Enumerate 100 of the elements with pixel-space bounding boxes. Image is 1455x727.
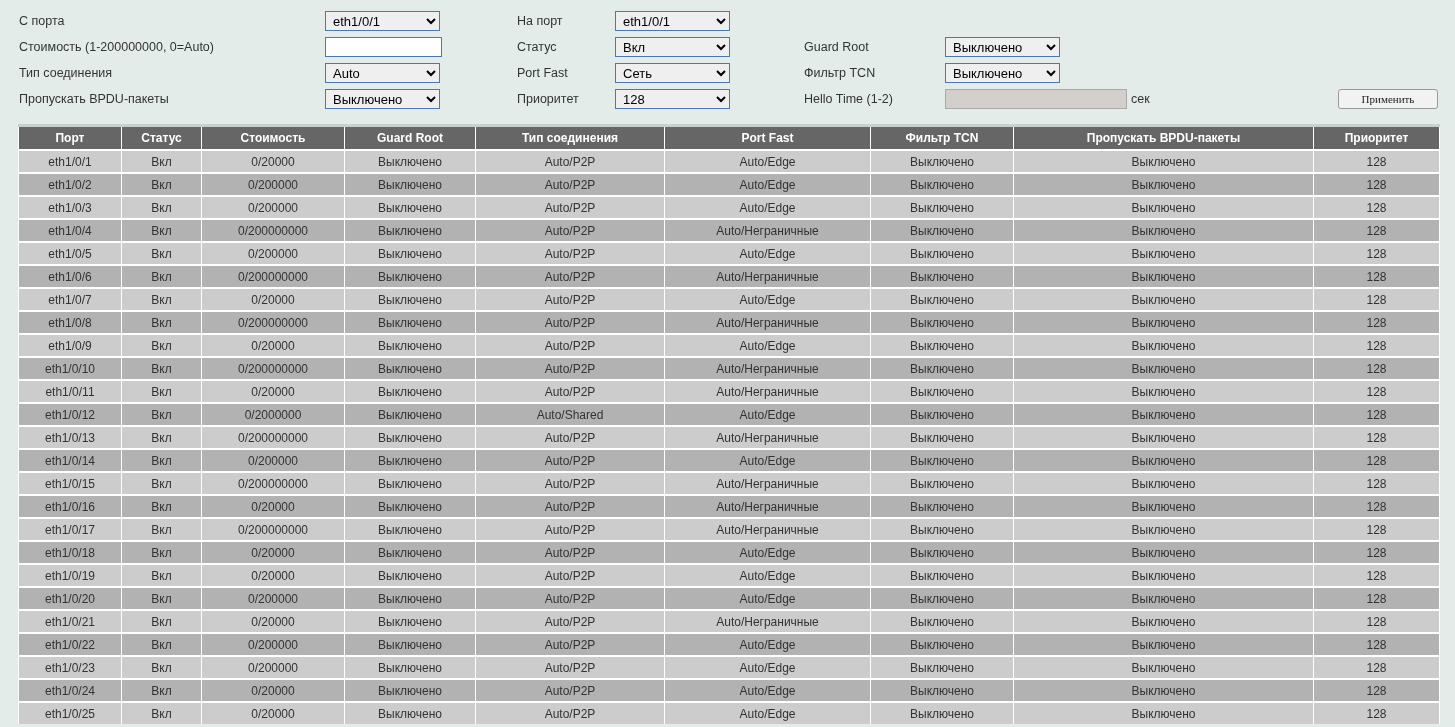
table-cell: Выключено — [344, 449, 476, 472]
table-cell: Выключено — [344, 495, 476, 518]
table-cell: 0/200000 — [201, 587, 345, 610]
dropdown[interactable]: Выключено — [325, 89, 440, 109]
table-cell: Выключено — [1013, 472, 1314, 495]
table-cell: Выключено — [870, 242, 1014, 265]
table-cell: Выключено — [1013, 403, 1314, 426]
table-cell: Auto/P2P — [475, 150, 665, 173]
table-cell: Auto/Edge — [664, 449, 871, 472]
dropdown[interactable]: Выключено — [945, 37, 1060, 57]
input-field[interactable] — [325, 37, 442, 57]
table-cell: Выключено — [344, 380, 476, 403]
table-cell: Auto/P2P — [475, 219, 665, 242]
table-cell: Auto/Неграничные — [664, 518, 871, 541]
table-cell: Auto/Edge — [664, 242, 871, 265]
table-cell: Выключено — [1013, 219, 1314, 242]
table-cell: 0/200000 — [201, 449, 345, 472]
table-cell: Выключено — [870, 265, 1014, 288]
table-cell: 128 — [1313, 564, 1440, 587]
table-cell: eth1/0/22 — [18, 633, 122, 656]
table-cell: Выключено — [870, 334, 1014, 357]
dropdown[interactable]: 128 — [615, 89, 730, 109]
table-cell: Выключено — [870, 702, 1014, 724]
table-cell: Выключено — [344, 656, 476, 679]
table-cell: Auto/P2P — [475, 380, 665, 403]
table-cell: Auto/Shared — [475, 403, 665, 426]
dropdown[interactable]: Auto — [325, 63, 440, 83]
table-cell: eth1/0/19 — [18, 564, 122, 587]
dropdown[interactable]: eth1/0/1 — [325, 11, 440, 31]
table-cell: Выключено — [1013, 495, 1314, 518]
table-cell: Auto/P2P — [475, 541, 665, 564]
table-cell: Auto/Edge — [664, 587, 871, 610]
table-cell: Auto/P2P — [475, 334, 665, 357]
table-cell: Выключено — [1013, 265, 1314, 288]
table-cell: eth1/0/24 — [18, 679, 122, 702]
field-label: С порта — [19, 14, 66, 28]
table-cell: 128 — [1313, 702, 1440, 724]
table-cell: Выключено — [870, 495, 1014, 518]
table-cell: Выключено — [870, 610, 1014, 633]
table-cell: Выключено — [344, 219, 476, 242]
table-cell: Выключено — [344, 564, 476, 587]
table-cell: 0/200000000 — [201, 357, 345, 380]
table-cell: eth1/0/4 — [18, 219, 122, 242]
table-cell: 128 — [1313, 334, 1440, 357]
table-cell: Auto/Edge — [664, 150, 871, 173]
table-cell: Выключено — [344, 242, 476, 265]
table-cell: 0/200000000 — [201, 265, 345, 288]
table-cell: Auto/P2P — [475, 610, 665, 633]
field-label: Стоимость (1-200000000, 0=Auto) — [19, 40, 215, 54]
table-cell: Auto/Edge — [664, 633, 871, 656]
table-cell: Auto/Edge — [664, 656, 871, 679]
table-cell: 0/200000 — [201, 656, 345, 679]
table-cell: 128 — [1313, 472, 1440, 495]
table-cell: eth1/0/15 — [18, 472, 122, 495]
table-cell: Выключено — [870, 311, 1014, 334]
table-cell: Auto/P2P — [475, 173, 665, 196]
table-cell: Auto/P2P — [475, 196, 665, 219]
table-cell: 0/200000 — [201, 242, 345, 265]
table-cell: Выключено — [1013, 334, 1314, 357]
table-cell: Auto/Edge — [664, 196, 871, 219]
table-cell: 128 — [1313, 265, 1440, 288]
table-cell: eth1/0/3 — [18, 196, 122, 219]
table-cell: Выключено — [870, 288, 1014, 311]
table-cell: Auto/Неграничные — [664, 265, 871, 288]
table-cell: Выключено — [870, 173, 1014, 196]
table-cell: Auto/P2P — [475, 311, 665, 334]
dropdown[interactable]: Выключено — [945, 63, 1060, 83]
table-cell: Выключено — [344, 288, 476, 311]
table-cell: 0/200000000 — [201, 472, 345, 495]
field-label: Port Fast — [517, 66, 569, 80]
field-label: Приоритет — [517, 92, 580, 106]
table-cell: 0/200000 — [201, 173, 345, 196]
table-cell: Выключено — [1013, 656, 1314, 679]
dropdown[interactable]: Вкл — [615, 37, 730, 57]
table-cell: Выключено — [870, 150, 1014, 173]
dropdown[interactable]: eth1/0/1 — [615, 11, 730, 31]
table-cell: 0/20000 — [201, 495, 345, 518]
column-header: Приоритет — [1313, 125, 1440, 150]
table-cell: 128 — [1313, 656, 1440, 679]
table-cell: Auto/Edge — [664, 564, 871, 587]
apply-button[interactable]: Применить — [1338, 89, 1438, 109]
table-cell: 128 — [1313, 242, 1440, 265]
table-cell: eth1/0/11 — [18, 380, 122, 403]
table-cell: Выключено — [344, 357, 476, 380]
table-cell: Выключено — [870, 426, 1014, 449]
table-cell: eth1/0/17 — [18, 518, 122, 541]
table-cell: 128 — [1313, 288, 1440, 311]
table-cell: 128 — [1313, 173, 1440, 196]
table-cell: Выключено — [344, 587, 476, 610]
dropdown[interactable]: Сеть — [615, 63, 730, 83]
table-cell: 128 — [1313, 495, 1440, 518]
table-cell: Auto/Edge — [664, 403, 871, 426]
table-cell: eth1/0/10 — [18, 357, 122, 380]
table-cell: Выключено — [1013, 150, 1314, 173]
table-cell: Auto/P2P — [475, 495, 665, 518]
table-cell: Auto/Неграничные — [664, 610, 871, 633]
table-cell: Auto/P2P — [475, 449, 665, 472]
table-cell: Auto/Edge — [664, 288, 871, 311]
table-cell: Выключено — [344, 426, 476, 449]
table-cell: Выключено — [870, 564, 1014, 587]
